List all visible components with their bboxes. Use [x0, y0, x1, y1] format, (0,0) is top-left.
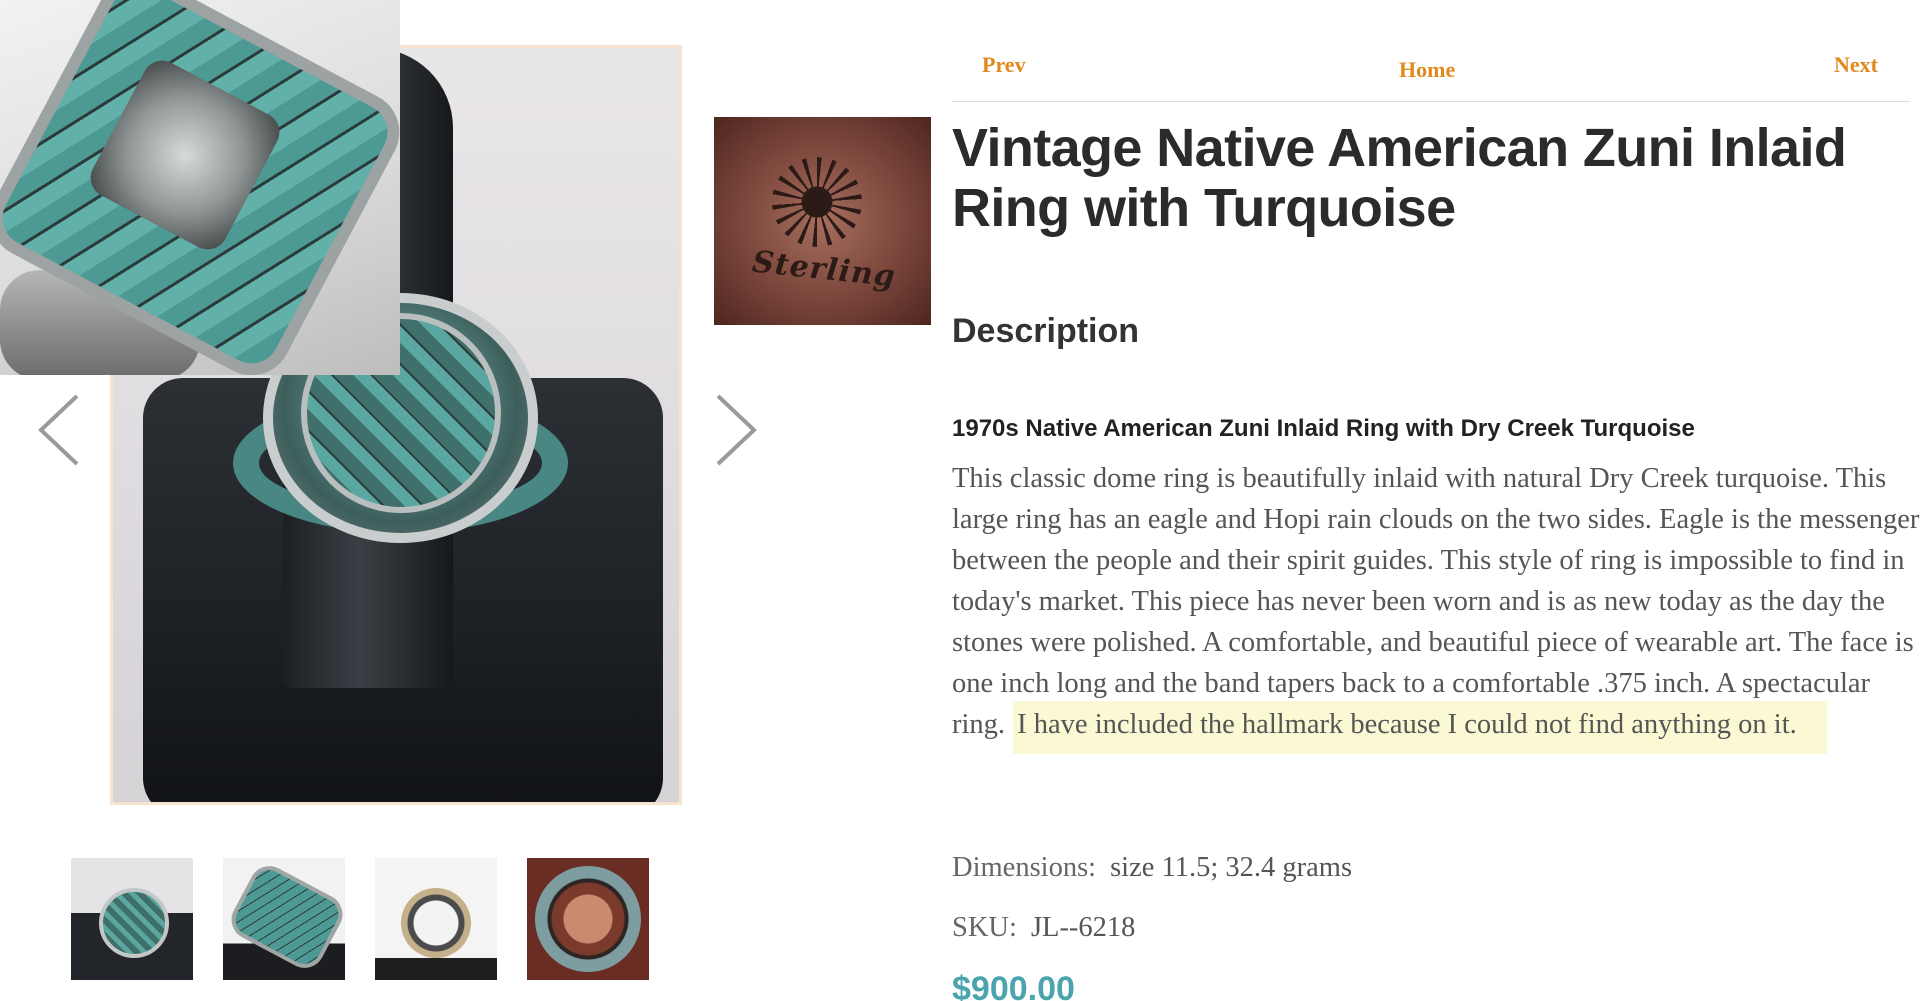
- thumbnail-back[interactable]: [375, 858, 497, 980]
- next-link[interactable]: Next: [1834, 52, 1878, 78]
- product-navigation: Prev Home Next: [952, 40, 1910, 102]
- sun-hallmark-icon: [772, 157, 862, 247]
- sku-value: JL--6218: [1030, 912, 1136, 943]
- gallery-prev-arrow[interactable]: [35, 390, 85, 470]
- sku-label: SKU:: [952, 912, 1017, 943]
- thumbnail-front[interactable]: [71, 858, 193, 980]
- description-subheading: 1970s Native American Zuni Inlaid Ring w…: [952, 415, 1695, 442]
- home-link[interactable]: Home: [1399, 57, 1455, 83]
- description-text: This classic dome ring is beautifully in…: [952, 463, 1920, 740]
- gallery-next-arrow[interactable]: [710, 390, 760, 470]
- dimensions-label: Dimensions:: [952, 852, 1097, 883]
- dimensions-row: Dimensions: size 11.5; 32.4 grams: [952, 852, 1352, 884]
- dimensions-value: size 11.5; 32.4 grams: [1110, 852, 1353, 883]
- highlighted-text[interactable]: I have included the hallmark because I c…: [1013, 701, 1827, 754]
- description-heading: Description: [952, 312, 1140, 350]
- thumbnail-side[interactable]: [223, 858, 345, 980]
- product-description: This classic dome ring is beautifully in…: [952, 458, 1920, 754]
- sku-row: SKU: JL--6218: [952, 912, 1135, 944]
- prev-link[interactable]: Prev: [982, 52, 1026, 78]
- sterling-stamp: Sterling: [750, 244, 898, 295]
- ring-side-eagle-photo[interactable]: [0, 0, 400, 375]
- product-price: $900.00: [952, 970, 1075, 1001]
- product-title: Vintage Native American Zuni Inlaid Ring…: [952, 118, 1847, 238]
- chevron-left-icon: [38, 394, 79, 466]
- chevron-right-icon: [716, 394, 757, 466]
- thumbnail-inside[interactable]: [527, 858, 649, 980]
- hallmark-photo[interactable]: Sterling: [714, 117, 931, 325]
